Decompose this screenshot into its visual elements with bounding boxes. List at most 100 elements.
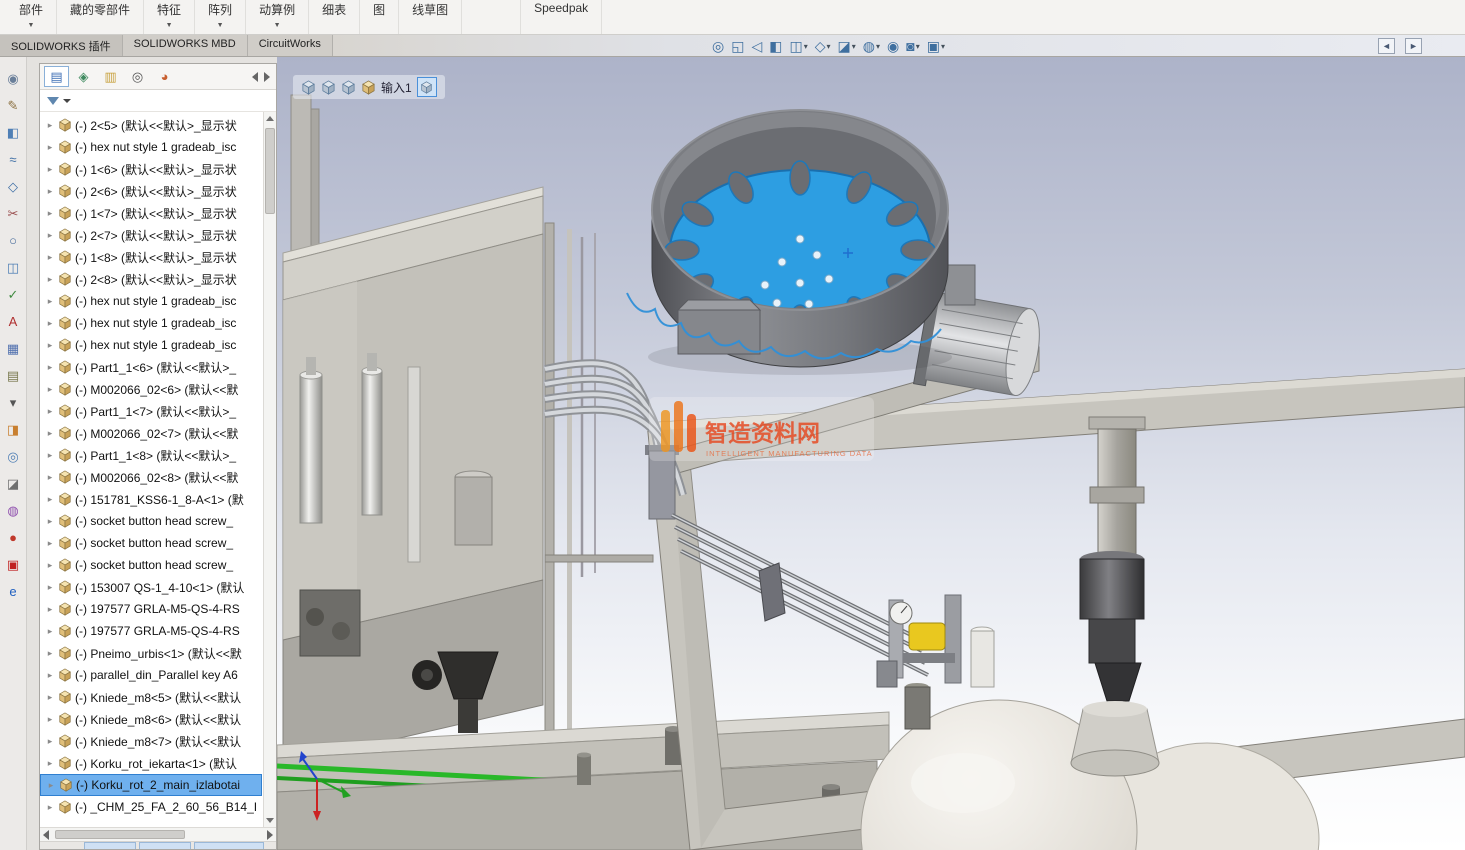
expand-arrow-icon[interactable]: ▸ bbox=[45, 538, 55, 549]
selected-feature-tile[interactable] bbox=[416, 77, 437, 97]
addin-tab[interactable]: SOLIDWORKS 插件 bbox=[0, 35, 123, 56]
trim-icon[interactable]: ✂ bbox=[3, 204, 23, 222]
tree-row[interactable]: ▸ (-) 2<6> (默认<<默认>_显示状 bbox=[40, 180, 262, 202]
flyout-caret-icon[interactable]: ▾ bbox=[3, 393, 23, 411]
document-tab-partial[interactable] bbox=[139, 842, 191, 849]
ribbon-group[interactable]: 线草图 ▼ bbox=[399, 0, 463, 34]
scroll-down-icon[interactable] bbox=[264, 814, 276, 827]
configurationmanager-tab-icon[interactable]: ▥ bbox=[98, 66, 123, 87]
expand-arrow-icon[interactable]: ▸ bbox=[45, 714, 55, 725]
tree-row[interactable]: ▸ (-) Kniede_m8<7> (默认<<默认 bbox=[40, 730, 262, 752]
addin-tab[interactable]: SOLIDWORKS MBD bbox=[122, 35, 248, 56]
bowl-chute[interactable] bbox=[677, 309, 761, 355]
view-settings-icon[interactable]: ▣ ▾ bbox=[927, 39, 945, 53]
ribbon-group[interactable]: Speedpak ▼ bbox=[520, 0, 603, 34]
dropdown-caret-icon[interactable]: ▼ bbox=[217, 22, 224, 29]
expand-arrow-icon[interactable]: ▸ bbox=[45, 230, 55, 241]
tree-row[interactable]: ▸ (-) 1<7> (默认<<默认>_显示状 bbox=[40, 202, 262, 224]
tree-row[interactable]: ▸ (-) 2<5> (默认<<默认>_显示状 bbox=[40, 114, 262, 136]
edit-part-icon[interactable]: ✎ bbox=[3, 96, 23, 114]
filter-icon[interactable] bbox=[47, 96, 59, 105]
tree-row[interactable]: ▸ (-) socket button head screw_ bbox=[40, 510, 262, 532]
tree-horizontal-scrollbar[interactable] bbox=[40, 827, 276, 841]
expand-arrow-icon[interactable]: ▸ bbox=[45, 560, 55, 571]
tree-row[interactable]: ▸ (-) Korku_rot_2_main_izlabotai bbox=[40, 774, 262, 796]
pdf-icon[interactable]: ▣ bbox=[3, 555, 23, 573]
measure-icon[interactable]: ◎ bbox=[3, 447, 23, 465]
dropdown-caret-icon[interactable]: ▾ bbox=[941, 42, 945, 51]
graphics-area[interactable]: 智造资料网 INTELLIGENT MANUFACTURING DATA 输入1 bbox=[277, 57, 1465, 850]
expand-arrow-icon[interactable]: ▸ bbox=[45, 494, 55, 505]
expand-arrow-icon[interactable]: ▸ bbox=[45, 340, 55, 351]
panel-next-icon[interactable] bbox=[264, 71, 270, 82]
component-cube-icon[interactable] bbox=[341, 80, 356, 95]
dimension-icon[interactable]: ◇ bbox=[3, 177, 23, 195]
expand-arrow-icon[interactable]: ▸ bbox=[45, 450, 55, 461]
tree-row[interactable]: ▸ (-) parallel_din_Parallel key A6 bbox=[40, 664, 262, 686]
expand-arrow-icon[interactable]: ▸ bbox=[45, 296, 55, 307]
zoom-area-icon[interactable]: ◱ ▾ bbox=[731, 39, 744, 53]
mirror-icon[interactable]: ◫ bbox=[3, 258, 23, 276]
tree-row[interactable]: ▸ (-) 197577 GRLA-M5-QS-4-RS bbox=[40, 620, 262, 642]
tree-vertical-scrollbar[interactable] bbox=[263, 112, 276, 827]
expand-arrow-icon[interactable]: ▸ bbox=[46, 780, 56, 791]
ribbon-group[interactable]: 部件 ▼ bbox=[6, 0, 58, 34]
component-cube-icon[interactable] bbox=[321, 80, 336, 95]
tree-row[interactable]: ▸ (-) Part1_1<6> (默认<<默认>_ bbox=[40, 356, 262, 378]
tree-row[interactable]: ▸ (-) 153007 QS-1_4-10<1> (默认 bbox=[40, 576, 262, 598]
tree-row[interactable]: ▸ (-) 2<7> (默认<<默认>_显示状 bbox=[40, 224, 262, 246]
expand-arrow-icon[interactable]: ▸ bbox=[45, 626, 55, 637]
tree-row[interactable]: ▸ (-) socket button head screw_ bbox=[40, 532, 262, 554]
expand-arrow-icon[interactable]: ▸ bbox=[45, 142, 55, 153]
displaymanager-tab-icon[interactable]: ◕ bbox=[152, 66, 177, 87]
expand-arrow-icon[interactable]: ▸ bbox=[45, 274, 55, 285]
feature-box-icon[interactable] bbox=[361, 80, 376, 95]
document-tab-partial[interactable] bbox=[84, 842, 136, 849]
tree-row[interactable]: ▸ (-) Part1_1<7> (默认<<默认>_ bbox=[40, 400, 262, 422]
dropdown-caret-icon[interactable]: ▾ bbox=[876, 42, 880, 51]
scrollbar-thumb[interactable] bbox=[265, 128, 275, 214]
tree-row[interactable]: ▸ (-) hex nut style 1 gradeab_isc bbox=[40, 334, 262, 356]
tree-row[interactable]: ▸ (-) Kniede_m8<6> (默认<<默认 bbox=[40, 708, 262, 730]
pane-next-button[interactable]: ► bbox=[1405, 38, 1422, 54]
display-style-icon[interactable]: ◪ ▾ bbox=[838, 39, 856, 53]
propertymanager-tab-icon[interactable]: ◈ bbox=[71, 66, 96, 87]
tree-row[interactable]: ▸ (-) M002066_02<6> (默认<<默 bbox=[40, 378, 262, 400]
dimxpert-tab-icon[interactable]: ◎ bbox=[125, 66, 150, 87]
featuremanager-tab-icon[interactable]: ▤ bbox=[44, 66, 69, 87]
mass-properties-icon[interactable]: ◍ bbox=[3, 501, 23, 519]
tree-row[interactable]: ▸ (-) socket button head screw_ bbox=[40, 554, 262, 576]
expand-arrow-icon[interactable]: ▸ bbox=[45, 318, 55, 329]
dropdown-caret-icon[interactable]: ▾ bbox=[916, 42, 920, 51]
dropdown-caret-icon[interactable]: ▼ bbox=[28, 22, 35, 29]
expand-arrow-icon[interactable]: ▸ bbox=[45, 384, 55, 395]
expand-arrow-icon[interactable]: ▸ bbox=[45, 670, 55, 681]
appearance-icon[interactable]: ● bbox=[3, 528, 23, 546]
tree-row[interactable]: ▸ (-) _CHM_25_FA_2_60_56_B14_I bbox=[40, 796, 262, 818]
expand-arrow-icon[interactable]: ▸ bbox=[45, 428, 55, 439]
ribbon-group[interactable]: 藏的零部件 ▼ bbox=[57, 0, 145, 34]
ribbon-group[interactable]: 细表 ▼ bbox=[309, 0, 361, 34]
tree-row[interactable]: ▸ (-) 197577 GRLA-M5-QS-4-RS bbox=[40, 598, 262, 620]
tree-row[interactable]: ▸ (-) hex nut style 1 gradeab_isc bbox=[40, 136, 262, 158]
expand-arrow-icon[interactable]: ▸ bbox=[45, 472, 55, 483]
tree-row[interactable]: ▸ (-) 1<6> (默认<<默认>_显示状 bbox=[40, 158, 262, 180]
ribbon-group[interactable]: 图 ▼ bbox=[360, 0, 400, 34]
expand-arrow-icon[interactable]: ▸ bbox=[45, 582, 55, 593]
expand-arrow-icon[interactable]: ▸ bbox=[45, 252, 55, 263]
tree-row[interactable]: ▸ (-) 2<8> (默认<<默认>_显示状 bbox=[40, 268, 262, 290]
tree-row[interactable]: ▸ (-) 151781_KSS6-1_8-A<1> (默 bbox=[40, 488, 262, 510]
ribbon-group[interactable]: 特征 ▼ bbox=[144, 0, 196, 34]
document-tab-partial[interactable] bbox=[194, 842, 264, 849]
expand-arrow-icon[interactable]: ▸ bbox=[45, 120, 55, 131]
section-view-icon[interactable]: ◧ ▾ bbox=[769, 39, 782, 53]
zoom-fit-icon[interactable]: ◎ ▾ bbox=[712, 39, 724, 53]
tree-row[interactable]: ▸ (-) Pneimo_urbis<1> (默认<<默 bbox=[40, 642, 262, 664]
filter-caret-icon[interactable] bbox=[63, 98, 71, 103]
breadcrumb-feature-label[interactable]: 输入1 bbox=[381, 79, 412, 96]
addin-tab[interactable]: CircuitWorks bbox=[247, 35, 333, 56]
circle-icon[interactable]: ○ bbox=[3, 231, 23, 249]
toolbox-icon[interactable]: ◨ bbox=[3, 420, 23, 438]
expand-arrow-icon[interactable]: ▸ bbox=[45, 186, 55, 197]
ribbon-group[interactable]: 动算例 ▼ bbox=[246, 0, 310, 34]
